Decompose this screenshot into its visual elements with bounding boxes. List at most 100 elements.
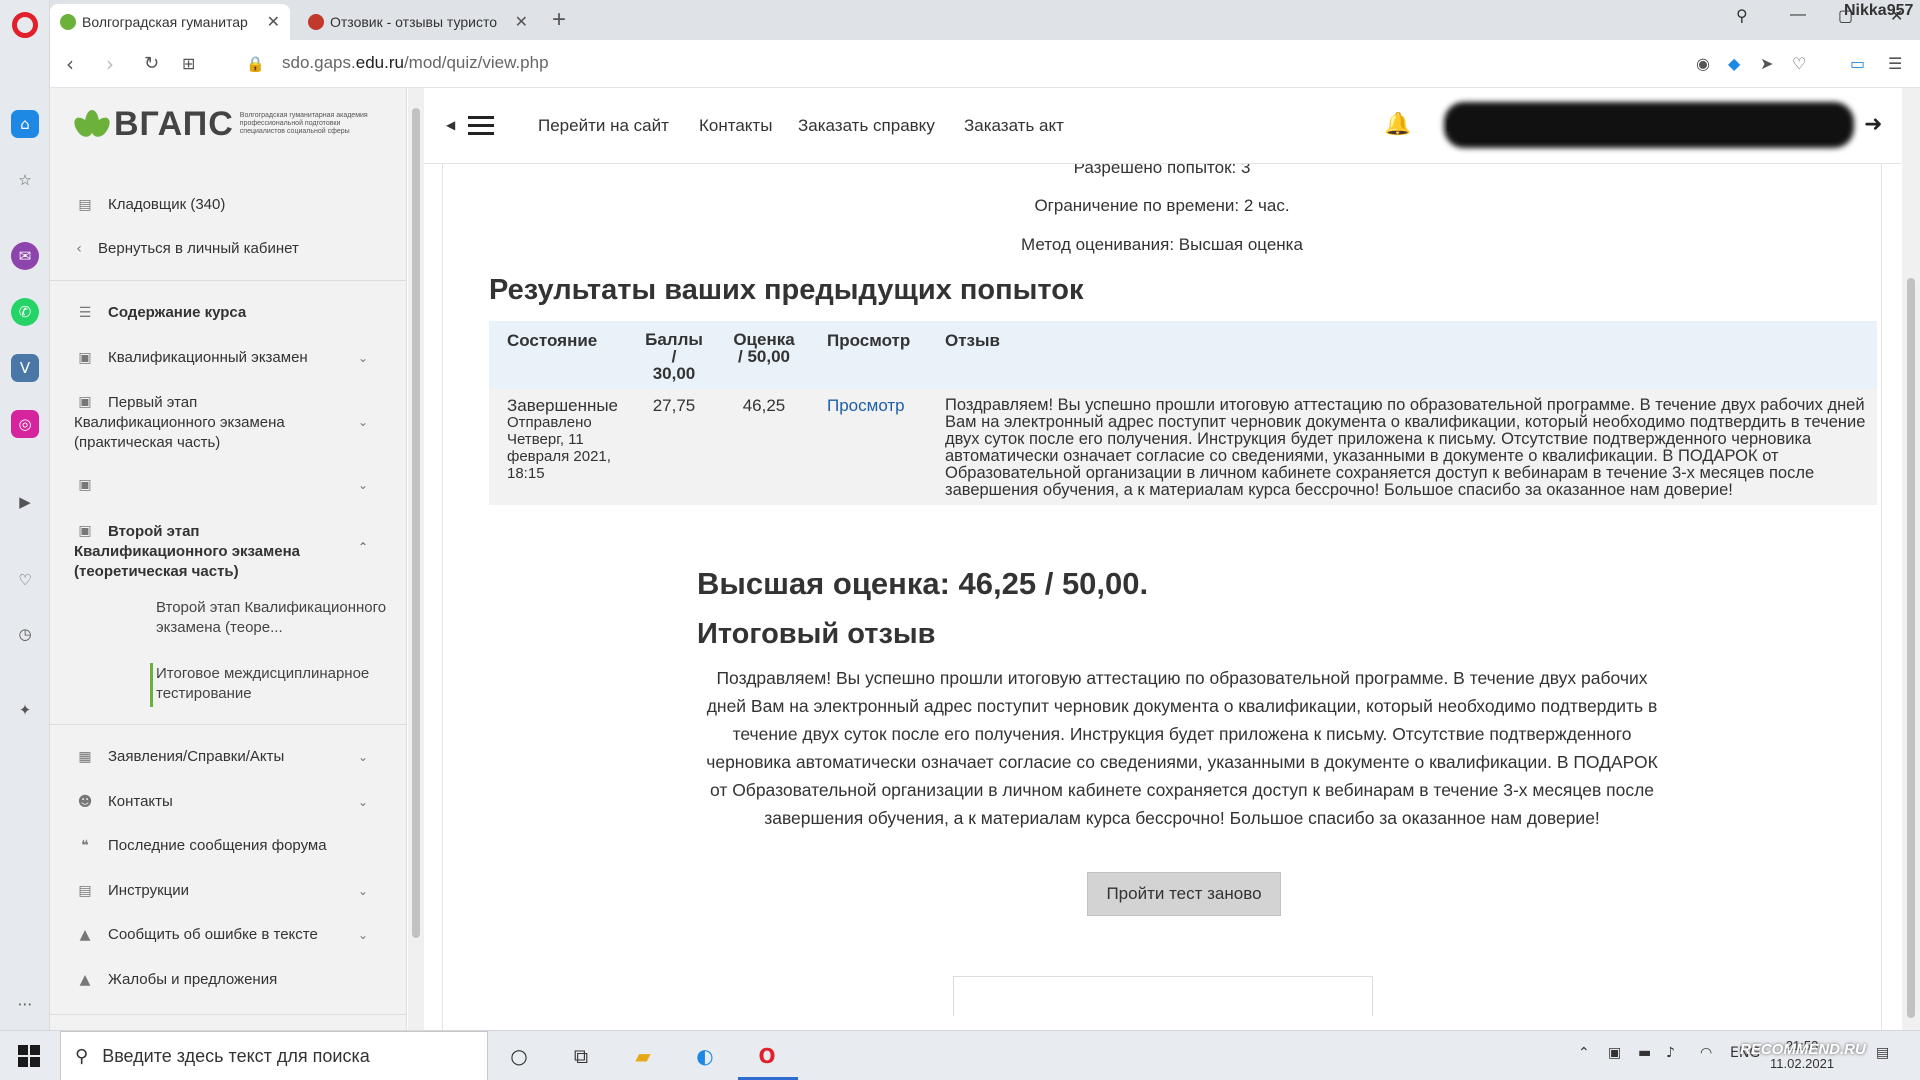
sidebar-item-course-content[interactable]: ☰ Содержание курса	[74, 304, 394, 322]
sidebar-item-complaints[interactable]: ▲ Жалобы и предложения	[74, 971, 394, 989]
highest-grade: Высшая оценка: 46,25 / 50,00.	[697, 566, 1149, 601]
search-placeholder: Введите здесь текст для поиска	[102, 1045, 370, 1066]
sidebar-item-report-error[interactable]: ▲ Сообщить об ошибке в тексте ⌄	[74, 926, 394, 944]
bookmarks-icon[interactable]: ☆	[11, 166, 39, 194]
watermark-text: RECOMMEND.RU	[1740, 1041, 1866, 1058]
warning-icon: ▲	[79, 927, 91, 943]
sidebar-section-stage-2[interactable]: ▣ Второй этап Квалификационного экзамена…	[74, 522, 394, 582]
battery-icon[interactable]: ▬	[1638, 1045, 1651, 1061]
close-window-icon[interactable]: ✕	[1890, 6, 1903, 26]
chevron-up-icon: ⌃	[357, 540, 368, 554]
tray-device-icon[interactable]: ▣	[1608, 1045, 1621, 1061]
network-icon[interactable]: ◠	[1700, 1045, 1712, 1061]
tray-chevron-icon[interactable]: ⌃	[1578, 1045, 1590, 1061]
reload-icon[interactable]: ↻	[144, 53, 159, 74]
tab-vgaps[interactable]: Волгоградская гуманитар ✕	[50, 4, 290, 40]
sidebar-item-applications[interactable]: ▦ Заявления/Справки/Акты ⌄	[74, 748, 394, 766]
final-feedback-heading: Итоговый отзыв	[697, 618, 936, 650]
taskbar-search-input[interactable]: ⚲ Введите здесь текст для поиска	[60, 1031, 488, 1080]
task-view-icon[interactable]: ⧉	[566, 1041, 596, 1071]
submitted-date: Отправлено Четверг, 11 февраля 2021, 18:…	[507, 414, 611, 482]
opera-logo-icon[interactable]	[12, 12, 38, 38]
close-tab-icon[interactable]: ✕	[267, 12, 280, 32]
close-tab-icon[interactable]: ✕	[515, 12, 528, 32]
volume-icon[interactable]: ♪	[1666, 1045, 1675, 1061]
notifications-icon[interactable]: ▤	[1876, 1045, 1889, 1061]
sidebar-section-stage-1[interactable]: ▣ Первый этап Квалификационного экзамена…	[74, 393, 394, 453]
col-grade: Оценка / 50,00	[719, 321, 809, 389]
battery-saver-icon[interactable]: ▭	[1850, 54, 1865, 73]
collapse-caret-icon[interactable]: ◀	[446, 118, 455, 132]
sidebar-scrollbar[interactable]	[408, 88, 424, 1030]
logout-icon[interactable]: ➜	[1864, 112, 1882, 137]
sidebar-subitem-final-test[interactable]: Итоговое междисциплинарное тестирование	[156, 664, 406, 704]
new-tab-icon[interactable]: +	[552, 6, 566, 34]
nav-link-contacts[interactable]: Контакты	[699, 116, 772, 136]
sidebar-item-contacts[interactable]: ☻ Контакты ⌄	[74, 793, 394, 811]
nav-link-order-act[interactable]: Заказать акт	[964, 116, 1064, 136]
sidebar-item-user-course[interactable]: ▤ Кладовщик (340)	[74, 196, 394, 214]
edge-icon[interactable]: ◐	[690, 1041, 720, 1071]
section-icon: ▣	[78, 350, 92, 366]
player-icon[interactable]: ▶	[11, 488, 39, 516]
easy-setup-icon[interactable]: ☰	[1888, 54, 1902, 73]
tab-bar: Волгоградская гуманитар ✕ Отзовик - отзы…	[50, 0, 1920, 40]
sidebar-item-forum[interactable]: ❝ Последние сообщения форума	[74, 837, 394, 855]
section-icon: ▣	[78, 477, 92, 493]
tab-otzovik[interactable]: Отзовик - отзывы туристо ✕	[298, 4, 538, 40]
camera-icon[interactable]: ◉	[1696, 54, 1710, 73]
cell-marks: 27,75	[629, 389, 719, 505]
bell-icon[interactable]: 🔔	[1384, 112, 1411, 137]
page-scrollbar[interactable]	[1902, 88, 1920, 1030]
windows-start-icon[interactable]	[18, 1045, 40, 1067]
tab-title: Отзовик - отзывы туристо	[330, 14, 497, 30]
tips-bulb-icon[interactable]: ✦	[11, 696, 39, 724]
url-field[interactable]: sdo.gaps.edu.ru/mod/quiz/view.php	[282, 53, 549, 73]
nav-link-order-certificate[interactable]: Заказать справку	[798, 116, 935, 136]
chevron-down-icon: ⌄	[357, 884, 368, 898]
brand-subtitle: Волгоградская гуманитарная академия проф…	[239, 112, 368, 135]
sidebar-section-qual-exam[interactable]: ▣ Квалификационный экзамен ⌄	[74, 349, 394, 367]
tab-title: Волгоградская гуманитар	[82, 14, 248, 30]
vk-icon[interactable]: V	[11, 354, 39, 382]
sidebar-item-back[interactable]: ‹ Вернуться в личный кабинет	[74, 240, 394, 258]
send-icon[interactable]: ➤	[1760, 54, 1773, 73]
cortana-icon[interactable]: ○	[504, 1041, 534, 1071]
table-row: Завершенные Отправлено Четверг, 11 февра…	[489, 389, 1877, 505]
search-tabs-icon[interactable]: ⚲	[1736, 6, 1748, 26]
whatsapp-icon[interactable]: ✆	[11, 298, 39, 326]
back-icon[interactable]: ‹	[66, 52, 74, 76]
col-marks: Баллы / 30,00	[629, 321, 719, 389]
retry-quiz-button[interactable]: Пройти тест заново	[1087, 872, 1281, 916]
sidebar-item-label: Последние сообщения форума	[108, 837, 327, 854]
redacted-user-name	[1444, 102, 1854, 148]
top-navbar: ◀ Перейти на сайт Контакты Заказать спра…	[424, 88, 1902, 164]
history-icon[interactable]: ◷	[11, 620, 39, 648]
sidebar-section-empty[interactable]: ▣ ⌄	[74, 476, 394, 494]
sidebar-item-label: Вернуться в личный кабинет	[98, 240, 299, 257]
instagram-icon[interactable]: ◎	[11, 410, 39, 438]
heart-icon[interactable]: ♡	[1792, 54, 1806, 73]
sidebar-subitem-stage-2-quiz[interactable]: Второй этап Квалификационного экзамена (…	[156, 598, 406, 638]
sidebar-item-instructions[interactable]: ▤ Инструкции ⌄	[74, 882, 394, 900]
speed-dial-icon[interactable]: ⌂	[11, 110, 39, 138]
review-link[interactable]: Просмотр	[827, 396, 905, 415]
hamburger-menu-icon[interactable]	[468, 116, 494, 136]
forward-icon[interactable]: ›	[106, 52, 114, 76]
active-indicator	[150, 663, 153, 707]
heart-icon[interactable]: ♡	[11, 566, 39, 594]
shield-icon[interactable]: ◆	[1728, 54, 1740, 73]
opera-taskbar-icon[interactable]: O	[752, 1041, 782, 1071]
sidebar-item-label: Содержание курса	[108, 304, 247, 321]
col-feedback: Отзыв	[927, 321, 1877, 389]
file-explorer-icon[interactable]: ▰	[628, 1041, 658, 1071]
chevron-down-icon: ⌄	[357, 750, 368, 764]
vgaps-logo[interactable]: ВГАПС Волгоградская гуманитарная академи…	[70, 104, 380, 144]
minimize-icon[interactable]: —	[1790, 6, 1806, 24]
col-review: Просмотр	[809, 321, 927, 389]
messenger-icon[interactable]: ✉	[11, 242, 39, 270]
tabs-grid-icon[interactable]: ⊞	[182, 54, 195, 73]
nav-link-site[interactable]: Перейти на сайт	[538, 116, 669, 136]
book-icon: ▤	[78, 197, 92, 213]
more-icon[interactable]: ⋯	[11, 990, 39, 1018]
